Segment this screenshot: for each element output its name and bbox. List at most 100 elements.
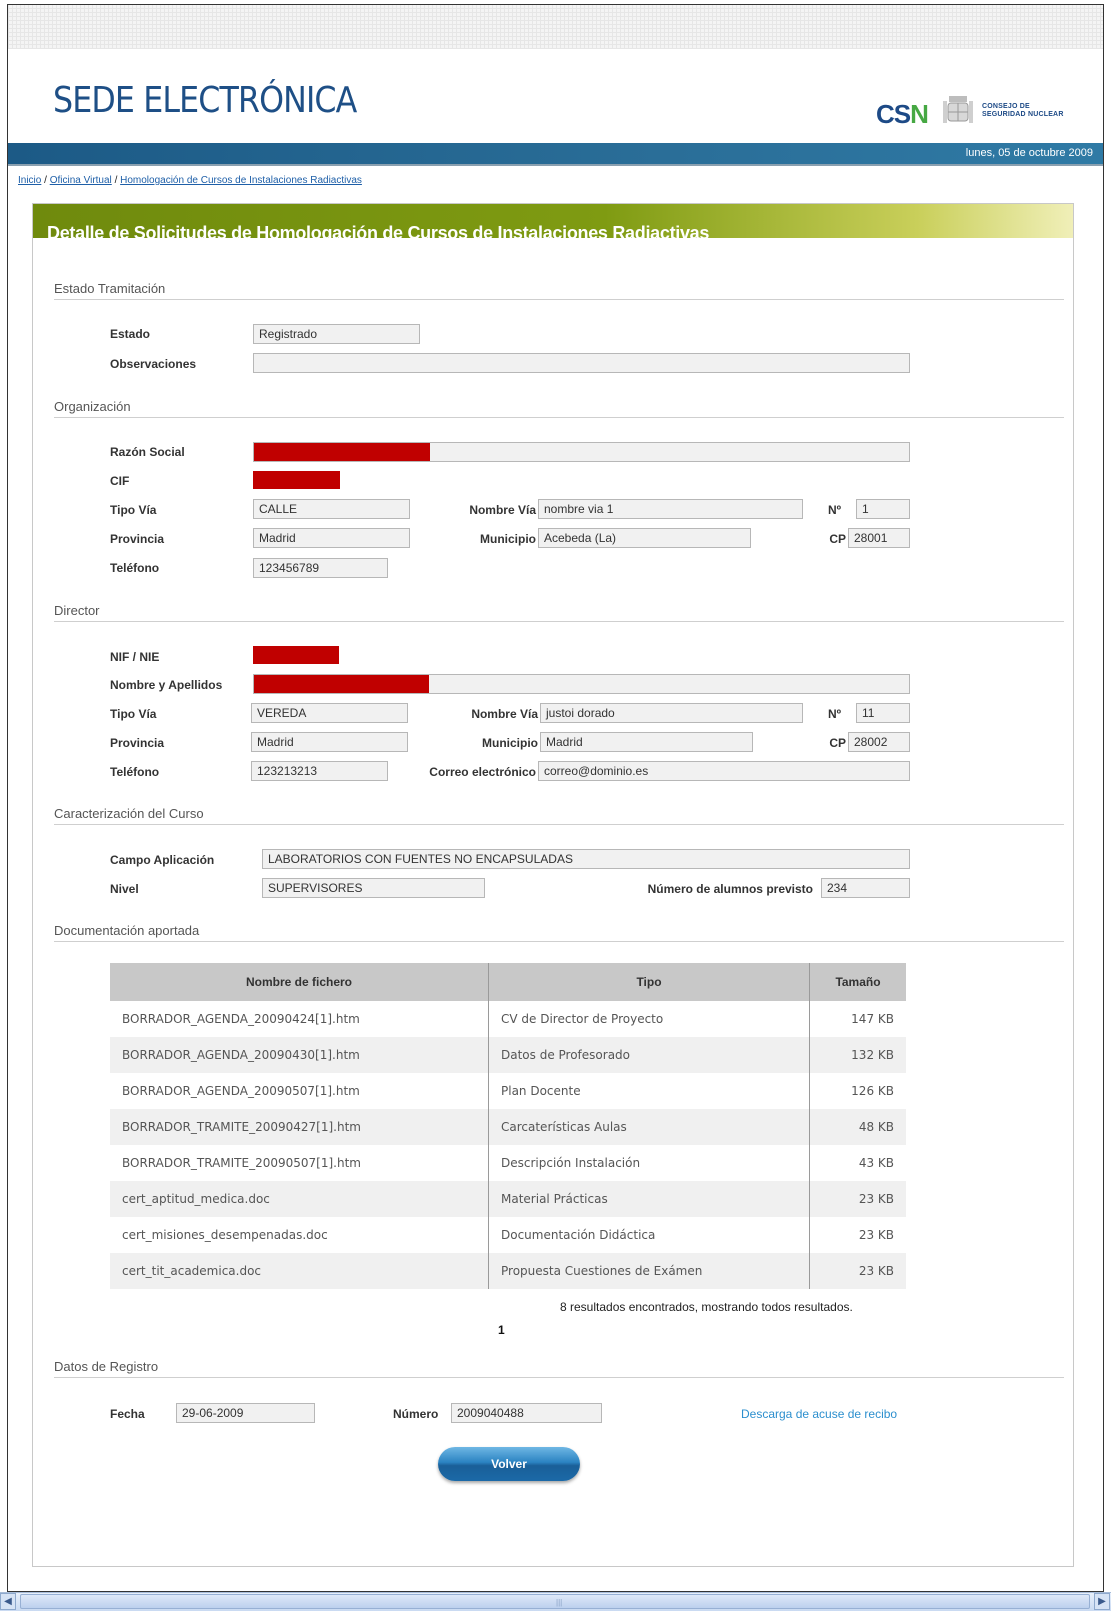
redaction-bar	[254, 443, 430, 461]
browser-viewport: SEDE ELECTRÓNICA CSN CONSEJO DE SEGURIDA…	[7, 4, 1104, 1592]
file-name-cell[interactable]: BORRADOR_AGENDA_20090430[1].htm	[110, 1037, 489, 1073]
file-type-cell: Descripción Instalación	[488, 1145, 810, 1181]
correo-field: correo@dominio.es	[538, 761, 910, 781]
table-row[interactable]: cert_tit_academica.doc Propuesta Cuestio…	[110, 1253, 906, 1289]
dir-cp-label: CP	[829, 736, 846, 750]
site-title: SEDE ELECTRÓNICA	[53, 80, 357, 121]
file-type-cell: Propuesta Cuestiones de Exámen	[488, 1253, 810, 1289]
file-type-cell: Datos de Profesorado	[488, 1037, 810, 1073]
logo-csn-text: CSN	[876, 99, 929, 129]
file-size-cell: 43 KB	[858, 1156, 894, 1170]
breadcrumb-inicio[interactable]: Inicio	[18, 175, 41, 186]
org-cp-field: 28001	[848, 528, 910, 548]
nif-label: NIF / NIE	[110, 650, 160, 664]
org-telefono-label: Teléfono	[110, 561, 160, 575]
table-row[interactable]: BORRADOR_TRAMITE_20090507[1].htm Descrip…	[110, 1145, 906, 1181]
org-nombre-via-label: Nombre Vía	[469, 503, 536, 517]
current-date: lunes, 05 de octubre 2009	[965, 147, 1093, 159]
documents-table: Nombre de fichero Tipo Tamaño BORRADOR_A…	[110, 963, 906, 1289]
section-organizacion: Organización	[54, 399, 1064, 418]
csn-logo[interactable]: CSN CONSEJO DE SEGURIDAD NUCLEAR	[876, 93, 1076, 129]
dir-provincia-label: Provincia	[110, 736, 165, 750]
panel-header: Detalle de Solicitudes de Homologación d…	[33, 204, 1073, 243]
org-tipo-via-label: Tipo Vía	[110, 503, 157, 517]
dir-tipo-via-label: Tipo Vía	[110, 707, 157, 721]
top-bar: lunes, 05 de octubre 2009	[8, 143, 1103, 166]
file-name-cell[interactable]: BORRADOR_AGENDA_20090424[1].htm	[110, 1001, 489, 1037]
scrollbar-thumb[interactable]: |||	[20, 1594, 1090, 1609]
observaciones-label: Observaciones	[110, 357, 197, 371]
file-type-cell: Carcaterísticas Aulas	[488, 1109, 810, 1145]
campo-aplicacion-label: Campo Aplicación	[110, 853, 215, 867]
file-name-cell[interactable]: BORRADOR_TRAMITE_20090427[1].htm	[110, 1109, 489, 1145]
horizontal-scrollbar[interactable]: ◀ ||| ▶	[0, 1592, 1111, 1611]
observaciones-field	[253, 353, 910, 373]
estado-field: Registrado	[253, 324, 420, 344]
dir-numero-label: Nº	[828, 707, 842, 721]
file-size-cell: 48 KB	[809, 1109, 906, 1145]
column-header-tamano[interactable]: Tamaño	[809, 963, 906, 1001]
fecha-label: Fecha	[110, 1407, 145, 1421]
scroll-right-icon[interactable]: ▶	[1094, 1593, 1110, 1610]
dir-municipio-label: Municipio	[482, 736, 538, 750]
grip-icon: |||	[556, 1598, 563, 1607]
dir-nombre-via-field: justoi dorado	[540, 703, 803, 723]
file-size-cell: 23 KB	[809, 1181, 906, 1217]
dir-nombre-via-label: Nombre Vía	[471, 707, 538, 721]
campo-aplicacion-field: LABORATORIOS CON FUENTES NO ENCAPSULADAS	[262, 849, 910, 869]
dir-provincia-field: Madrid	[251, 732, 408, 752]
scroll-left-icon[interactable]: ◀	[0, 1593, 16, 1610]
file-type-cell: Documentación Didáctica	[488, 1217, 810, 1253]
table-row[interactable]: BORRADOR_AGENDA_20090430[1].htm Datos de…	[110, 1037, 906, 1073]
fecha-field: 29-06-2009	[176, 1403, 315, 1423]
file-type-cell: Plan Docente	[488, 1073, 810, 1109]
file-name-cell[interactable]: cert_aptitud_medica.doc	[110, 1181, 489, 1217]
nivel-field: SUPERVISORES	[262, 878, 485, 898]
redaction-bar	[254, 675, 429, 693]
file-type-cell: CV de Director de Proyecto	[488, 1001, 810, 1037]
pagination-page-1[interactable]: 1	[498, 1323, 505, 1337]
breadcrumb: Inicio / Oficina Virtual / Homologación …	[18, 175, 362, 186]
razon-social-label: Razón Social	[110, 445, 185, 459]
section-caracterizacion-curso: Caracterización del Curso	[54, 806, 1064, 825]
nombre-apellidos-label: Nombre y Apellidos	[110, 678, 223, 692]
file-name-cell[interactable]: BORRADOR_TRAMITE_20090507[1].htm	[110, 1145, 489, 1181]
download-acuse-link[interactable]: Descarga de acuse de recibo	[741, 1407, 897, 1421]
alumnos-field: 234	[821, 878, 910, 898]
coat-of-arms-icon	[943, 96, 973, 123]
file-name-cell[interactable]: BORRADOR_AGENDA_20090507[1].htm	[110, 1073, 489, 1109]
volver-button[interactable]: Volver	[438, 1447, 580, 1481]
column-header-nombre[interactable]: Nombre de fichero	[110, 963, 489, 1001]
column-header-tipo[interactable]: Tipo	[488, 963, 810, 1001]
org-nombre-via-field: nombre via 1	[538, 499, 803, 519]
alumnos-label: Número de alumnos previsto	[647, 882, 813, 896]
section-director: Director	[54, 603, 1064, 622]
estado-label: Estado	[110, 327, 151, 341]
file-name-cell[interactable]: cert_tit_academica.doc	[110, 1253, 489, 1289]
numero-registro-label: Número	[393, 1407, 439, 1421]
org-municipio-field: Acebeda (La)	[538, 528, 751, 548]
file-size-cell: 147 KB	[851, 1012, 894, 1026]
numero-registro-field: 2009040488	[451, 1403, 602, 1423]
file-size-cell: 23 KB	[858, 1228, 894, 1242]
table-row[interactable]: BORRADOR_AGENDA_20090507[1].htm Plan Doc…	[110, 1073, 906, 1109]
breadcrumb-oficina-virtual[interactable]: Oficina Virtual	[50, 175, 112, 186]
file-type-cell: Material Prácticas	[488, 1181, 810, 1217]
breadcrumb-homologacion[interactable]: Homologación de Cursos de Instalaciones …	[120, 175, 362, 186]
panel-title: Detalle de Solicitudes de Homologación d…	[47, 223, 710, 243]
file-size-cell: 23 KB	[809, 1253, 906, 1289]
table-row[interactable]: BORRADOR_TRAMITE_20090427[1].htm Carcate…	[110, 1109, 906, 1145]
section-datos-registro: Datos de Registro	[54, 1359, 1064, 1378]
table-row[interactable]: cert_aptitud_medica.doc Material Práctic…	[110, 1181, 906, 1217]
dir-telefono-field: 123213213	[251, 761, 388, 781]
org-cp-label: CP	[829, 532, 846, 546]
redaction-bar	[253, 646, 339, 664]
file-size-cell: 132 KB	[809, 1037, 906, 1073]
file-name-cell[interactable]: cert_misiones_desempenadas.doc	[110, 1217, 489, 1253]
redaction-bar	[253, 471, 340, 489]
table-row[interactable]: cert_misiones_desempenadas.doc Documenta…	[110, 1217, 906, 1253]
dir-tipo-via-field: VEREDA	[251, 703, 408, 723]
table-header-row: Nombre de fichero Tipo Tamaño	[110, 963, 906, 1001]
dir-numero-field: 11	[856, 703, 910, 723]
table-row[interactable]: BORRADOR_AGENDA_20090424[1].htm CV de Di…	[110, 1001, 906, 1037]
